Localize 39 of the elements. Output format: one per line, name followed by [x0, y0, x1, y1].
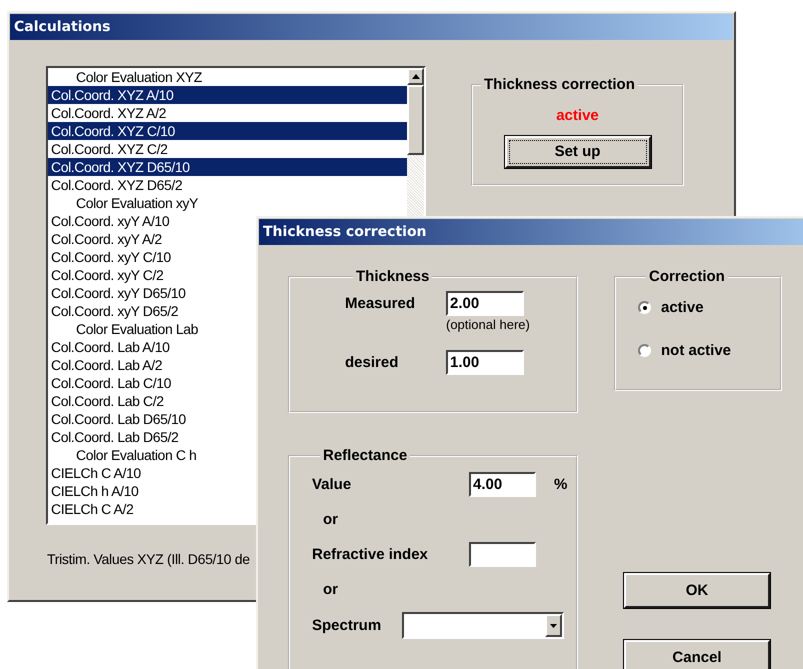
list-item[interactable]: Col.Coord. XYZ C/2	[48, 140, 407, 158]
window-title: Thickness correction	[259, 219, 803, 245]
list-item[interactable]: Col.Coord. XYZ A/10	[48, 86, 407, 104]
field-label: desired	[345, 354, 400, 371]
group-title: Thickness correction	[483, 76, 636, 93]
list-item[interactable]: Col.Coord. XYZ A/2	[48, 104, 407, 122]
list-item[interactable]: Color Evaluation xyY	[48, 194, 407, 212]
input-field[interactable]: 4.00	[469, 472, 536, 497]
window-title: Calculations	[10, 14, 733, 40]
scroll-up-icon[interactable]	[407, 68, 424, 85]
radio-button[interactable]	[638, 344, 651, 357]
group-title: Reflectance	[322, 447, 408, 464]
list-item[interactable]: Col.Coord. XYZ C/10	[48, 122, 407, 140]
status-text: active	[556, 107, 599, 124]
field-label: Spectrum	[312, 617, 382, 634]
scroll-thumb[interactable]	[407, 85, 424, 155]
field-label: Refractive index	[312, 546, 429, 563]
unit-label: %	[554, 476, 568, 493]
radio-label[interactable]: not active	[661, 342, 732, 359]
status-text: Tristim. Values XYZ (Ill. D65/10 de	[47, 551, 250, 567]
group-title: Correction	[648, 268, 726, 285]
setup-button[interactable]: Set up	[504, 136, 650, 168]
or-label: or	[323, 511, 339, 528]
or-label: or	[323, 581, 339, 598]
input-field[interactable]	[469, 542, 536, 567]
dialog-button[interactable]: Cancel	[624, 640, 770, 669]
list-item[interactable]: Col.Coord. XYZ D65/10	[48, 158, 407, 176]
hint-text: (optional here)	[446, 317, 531, 332]
field-label: Value	[312, 476, 352, 493]
field-label: Measured	[345, 295, 416, 312]
dialog-button[interactable]: OK	[624, 573, 770, 608]
spectrum-dropdown[interactable]	[402, 612, 564, 639]
group-title: Thickness	[355, 268, 430, 285]
radio-label[interactable]: active	[661, 299, 704, 316]
radio-button[interactable]	[638, 301, 651, 314]
input-field[interactable]: 1.00	[446, 350, 524, 375]
list-item[interactable]: Color Evaluation XYZ	[48, 68, 407, 86]
list-item[interactable]: Col.Coord. XYZ D65/2	[48, 176, 407, 194]
input-field[interactable]: 2.00	[446, 291, 524, 316]
